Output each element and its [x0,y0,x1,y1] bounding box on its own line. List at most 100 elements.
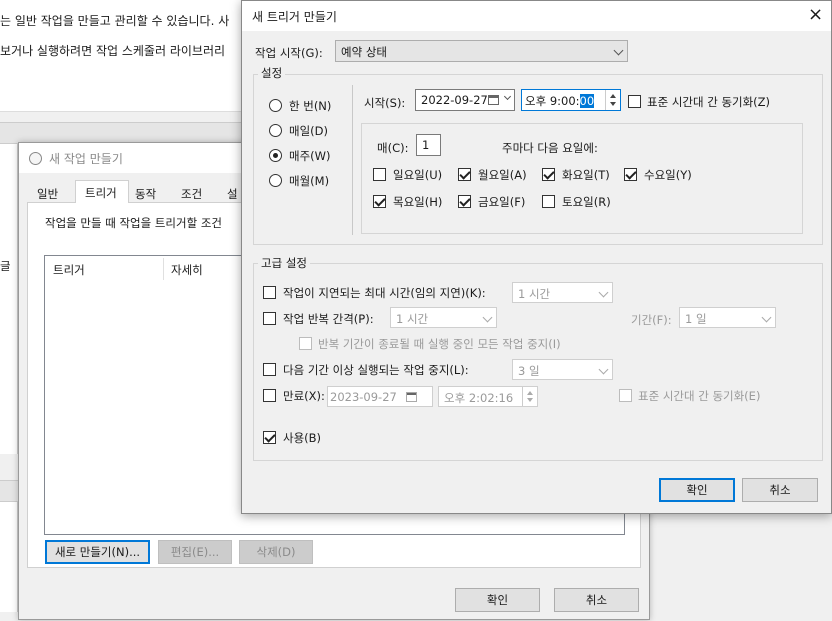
chevron-down-icon [598,287,609,298]
new-trigger-dialog: 새 트리거 만들기 × 작업 시작(G): 예약 상태 설정 한 번(N) 매일… [241,0,832,514]
delay-select[interactable]: 1 시간 [512,282,613,303]
stop-longer-checkbox[interactable] [263,363,276,376]
stop-longer-select[interactable]: 3 일 [512,359,613,380]
start-date-picker[interactable]: 2022-09-27 [415,89,515,111]
repeat-label: 작업 반복 간격(P): [283,312,374,326]
repeat-checkbox[interactable] [263,312,276,325]
duration-select[interactable]: 1 일 [679,307,776,328]
tab-triggers[interactable]: 트리거 [75,180,129,204]
begin-task-label: 작업 시작(G): [255,46,323,60]
tab-general[interactable]: 일반 [37,186,58,202]
day-saturday-checkbox[interactable] [542,195,555,208]
start-time-spinner[interactable] [605,90,620,110]
expire-checkbox[interactable] [263,389,276,402]
trigger-ok-button[interactable]: 확인 [659,478,735,502]
expire-time-spinner[interactable] [522,387,537,406]
start-time-selected: 00 [579,94,595,108]
new-trigger-titlebar: 새 트리거 만들기 × [242,1,831,31]
repeat-select[interactable]: 1 시간 [390,307,497,328]
tab-settings[interactable]: 설 [227,186,238,202]
tab-conditions[interactable]: 조건 [181,186,202,202]
recur-label: 매(C): [377,141,409,155]
day-tuesday-checkbox[interactable] [542,168,555,181]
stop-longer-value: 3 일 [518,364,540,378]
column-divider [163,258,164,280]
begin-task-value: 예약 상태 [341,45,387,59]
day-sunday-label: 일요일(U) [393,168,443,182]
day-wednesday-checkbox[interactable] [624,168,637,181]
day-wednesday-label: 수요일(Y) [644,168,692,182]
start-date-value: 2022-09-27 [421,93,488,107]
stop-longer-label: 다음 기간 이상 실행되는 작업 중지(L): [283,363,469,377]
stop-running-checkbox[interactable] [299,337,312,350]
trigger-cancel-button[interactable]: 취소 [742,478,818,502]
chevron-down-icon [598,364,609,375]
duration-label: 기간(F): [631,313,672,327]
start-time-picker[interactable]: 오후 9:00:00 [521,89,621,111]
clock-icon [29,152,42,165]
radio-one-time-label: 한 번(N) [289,99,332,113]
background-line-1: 는 일반 작업을 만들고 관리할 수 있습니다. 사 [0,14,230,28]
day-sunday-checkbox[interactable] [373,168,386,181]
chevron-down-icon [761,312,772,323]
enabled-label: 사용(B) [283,431,322,445]
day-tuesday-label: 화요일(T) [562,168,610,182]
column-header-trigger[interactable]: 트리거 [53,262,85,278]
create-task-cancel-button[interactable]: 취소 [554,588,639,612]
expire-time-value: 오후 2:02:16 [444,391,514,405]
expire-label: 만료(X): [283,389,325,403]
radio-weekly[interactable] [269,149,282,162]
sync-timezone-checkbox[interactable] [628,95,641,108]
delay-checkbox[interactable] [263,286,276,299]
expire-time-picker[interactable]: 오후 2:02:16 [438,386,538,407]
radio-monthly[interactable] [269,174,282,187]
spin-down-icon [610,102,616,106]
expire-date-value: 2023-09-27 [330,390,397,404]
background-lower-pane [0,502,18,612]
recur-input[interactable]: 1 [416,134,441,156]
begin-task-select[interactable]: 예약 상태 [335,40,628,62]
close-icon[interactable]: × [808,4,823,25]
advanced-group-label: 고급 설정 [258,255,310,271]
day-saturday-label: 토요일(R) [562,195,611,209]
radio-daily[interactable] [269,124,282,137]
expire-sync-checkbox[interactable] [619,389,632,402]
trigger-description: 작업을 만들 때 작업을 트리거할 조건 [45,216,222,230]
tab-triggers-label: 트리거 [85,186,117,200]
create-task-title: 새 작업 만들기 [49,152,123,166]
background-side-label: 글 [0,259,11,273]
background-window: 는 일반 작업을 만들고 관리할 수 있습니다. 사 보거나 실행하려면 작업 … [0,0,250,112]
column-header-details[interactable]: 자세히 [171,262,203,278]
expire-date-picker[interactable]: 2023-09-27 [327,386,433,407]
tab-actions[interactable]: 동작 [135,186,156,202]
spin-down-icon [527,398,533,402]
radio-daily-label: 매일(D) [289,124,328,138]
delay-label: 작업이 지연되는 최대 시간(임의 지연)(K): [283,286,486,300]
day-friday-label: 금요일(F) [478,195,526,209]
radio-monthly-label: 매월(M) [289,174,330,188]
settings-group-label: 설정 [258,65,286,81]
calendar-icon [488,95,499,105]
new-trigger-button[interactable]: 새로 만들기(N)... [45,540,150,564]
radio-one-time[interactable] [269,99,282,112]
chevron-down-icon [503,92,512,101]
day-thursday-label: 목요일(H) [393,195,443,209]
start-label: 시작(S): [364,96,406,110]
spin-up-icon [610,94,616,98]
day-thursday-checkbox[interactable] [373,195,386,208]
expire-sync-label: 표준 시간대 간 동기화(E) [638,389,761,403]
delay-value: 1 시간 [518,287,551,301]
sync-timezone-label: 표준 시간대 간 동기화(Z) [647,95,771,109]
duration-value: 1 일 [685,312,707,326]
create-task-ok-button[interactable]: 확인 [455,588,540,612]
delete-trigger-button[interactable]: 삭제(D) [239,540,313,564]
enabled-checkbox[interactable] [263,431,276,444]
new-trigger-title: 새 트리거 만들기 [252,10,337,24]
repeat-value: 1 시간 [396,312,429,326]
day-friday-checkbox[interactable] [458,195,471,208]
edit-trigger-button[interactable]: 편집(E)... [158,540,232,564]
day-monday-label: 월요일(A) [478,168,527,182]
day-monday-checkbox[interactable] [458,168,471,181]
background-line-2: 보거나 실행하려면 작업 스케줄러 라이브러리 [0,44,226,58]
start-time-value: 오후 9:00: [525,94,580,108]
